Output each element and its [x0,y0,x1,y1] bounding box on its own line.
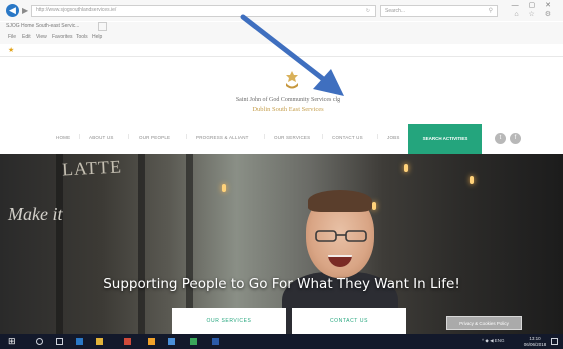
contact-us-button[interactable]: CONTACT US [292,308,406,334]
glasses [315,230,367,242]
word-icon[interactable] [212,338,219,345]
cafe-sign-slogan: Make it [8,204,63,224]
ceiling-light [372,202,376,210]
nav-divider: | [128,134,130,140]
toolbar-icons[interactable]: ⌂ ☆ ⚙ [514,10,555,18]
nav-divider: | [264,134,266,140]
person-hair [308,190,372,212]
new-tab-button[interactable] [98,22,107,31]
menu-favorites[interactable]: Favorites [52,34,73,40]
notification-icon[interactable] [551,338,558,345]
search-icon[interactable]: ⚲ [489,7,493,14]
nav-contact-us[interactable]: CONTACT US [332,135,363,140]
nav-jobs[interactable]: JOBS [387,135,400,140]
search-input[interactable]: Search... ⚲ [380,5,498,17]
our-services-button[interactable]: OUR SERVICES [172,308,286,334]
task-view-icon[interactable] [56,338,63,345]
taskbar: ⊞ ^ ◆ ◀ ENG 13:10 06/06/2018 [0,334,563,349]
window-frame [138,154,145,334]
refresh-icon[interactable]: ↻ [366,8,370,14]
window-frame [186,154,193,334]
edge-icon[interactable] [76,338,83,345]
site-nav: HOME | ABOUT US | OUR PEOPLE | PROGRESS … [0,124,563,154]
menu-file[interactable]: File [8,34,16,40]
ceiling-light [222,184,226,192]
menu-bar: File Edit View Favorites Tools Help [0,33,563,44]
window-frame [56,154,63,334]
clock-date: 06/06/2018 [523,341,547,347]
nav-divider: | [79,134,81,140]
clock[interactable]: 13:10 06/06/2018 [523,336,547,347]
browser-tab[interactable]: SJOG Home South-east Servic... [6,23,79,29]
menu-help[interactable]: Help [92,34,102,40]
browser-address-row: ◀ ▶ http://www.sjogsouthlandservices.ie/… [0,0,563,21]
address-url: http://www.sjogsouthlandservices.ie/ [36,7,117,13]
menu-view[interactable]: View [36,34,47,40]
nav-home[interactable]: HOME [56,135,70,140]
search-icon[interactable] [36,338,43,345]
nav-progress[interactable]: PROGRESS & ALLIANT [196,135,249,140]
nav-divider: | [377,134,379,140]
windows-start-icon[interactable]: ⊞ [8,337,16,346]
favorites-star-icon[interactable]: ★ [8,46,14,54]
nav-divider: | [186,134,188,140]
facebook-icon[interactable]: f [510,133,521,144]
folder-icon[interactable] [96,338,103,345]
favorites-bar: ★ [0,44,563,57]
privacy-policy-button[interactable]: Privacy & Cookies Policy [446,316,522,330]
twitter-icon[interactable]: t [495,133,506,144]
app-icon[interactable] [190,338,197,345]
nav-about-us[interactable]: ABOUT US [89,135,114,140]
window-controls[interactable]: — ▢ ✕ [512,1,555,9]
menu-edit[interactable]: Edit [22,34,31,40]
hero-heading: Supporting People to Go For What They Wa… [103,276,460,292]
screenshot: ◀ ▶ http://www.sjogsouthlandservices.ie/… [0,0,563,349]
tab-row: SJOG Home South-east Servic... [0,22,563,33]
ceiling-light [470,176,474,184]
nav-divider: | [322,134,324,140]
nav-our-people[interactable]: OUR PEOPLE [139,135,170,140]
app-icon[interactable] [148,338,155,345]
cafe-sign: LATTE [61,156,123,180]
logo[interactable] [283,70,301,90]
menu-tools[interactable]: Tools [76,34,88,40]
forward-icon[interactable]: ▶ [22,6,28,15]
office-icon[interactable] [124,338,131,345]
search-placeholder: Search... [385,8,406,14]
org-subtitle: Dublin South East Services [252,106,324,113]
nav-our-services[interactable]: OUR SERVICES [274,135,310,140]
back-icon[interactable]: ◀ [6,4,19,17]
system-tray[interactable]: ^ ◆ ◀ ENG [482,338,505,344]
org-name: Saint John of God Community Services clg [235,97,341,103]
ceiling-light [404,164,408,172]
ie-icon[interactable] [168,338,175,345]
hero-banner: LATTE Make it Supporting People to Go Fo… [0,154,563,334]
address-bar[interactable]: http://www.sjogsouthlandservices.ie/ ↻ [31,5,376,17]
search-activities-button[interactable]: SEARCH ACTIVITIES [408,124,482,154]
